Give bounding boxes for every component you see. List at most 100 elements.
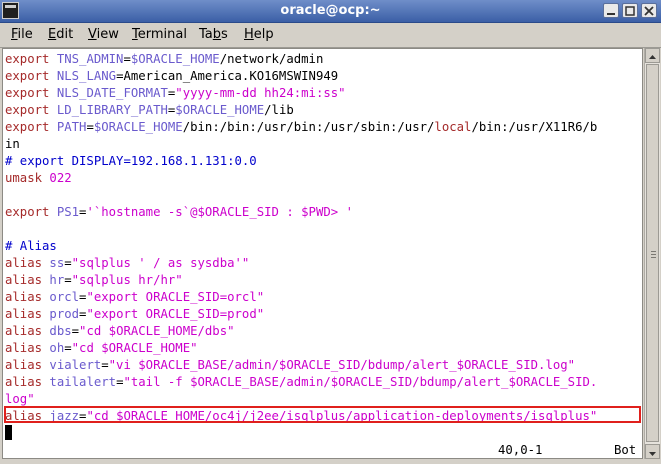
- code-token: alias: [5, 273, 50, 287]
- code-token: # export DISPLAY=192.168.1.131:0.0: [5, 154, 257, 168]
- terminal-output[interactable]: alias jazz="cd $ORACLE_HOME/oc4j/j2ee/is…: [2, 48, 643, 459]
- menu-tabs-mnemonic: b: [212, 27, 222, 42]
- code-token: "sqlplus ' / as sysdba'": [71, 256, 250, 270]
- menu-terminal[interactable]: Terminal: [132, 27, 187, 42]
- terminal-line: export PATH=$ORACLE_HOME/bin:/bin:/usr/b…: [5, 119, 597, 136]
- code-token: ss: [49, 256, 65, 270]
- scroll-position: Bot: [614, 443, 637, 457]
- code-token: alias: [5, 324, 50, 338]
- code-token: export: [5, 103, 57, 117]
- code-token: export: [5, 205, 57, 219]
- code-token: "cd $ORACLE_HOME": [71, 341, 198, 355]
- code-token: hr: [49, 273, 65, 287]
- code-token: $ORACLE_HOME: [175, 103, 265, 117]
- terminal-line: alias dbs="cd $ORACLE_HOME/dbs": [5, 323, 235, 340]
- menu-terminal-label: erminal: [137, 27, 187, 42]
- code-token: =: [71, 324, 80, 338]
- vertical-scrollbar[interactable]: [644, 48, 660, 459]
- code-token: =American_America.KO16MSWIN949: [116, 69, 339, 83]
- code-token: $ORACLE_HOME: [130, 52, 220, 66]
- text-cursor: [5, 425, 12, 440]
- code-token: NLS_LANG: [56, 69, 117, 83]
- terminal-line: export PS1='`hostname -s`@$ORACLE_SID : …: [5, 204, 353, 221]
- terminal-line: alias hr="sqlplus hr/hr": [5, 272, 183, 289]
- code-token: "export ORACLE_SID=orcl": [86, 290, 265, 304]
- arrow-up-icon: [649, 55, 656, 59]
- menu-bar: File Edit View Terminal Tabs Help: [0, 23, 661, 48]
- menu-tabs-label: s: [221, 27, 228, 42]
- code-token: 022: [49, 171, 72, 185]
- code-token: /lib: [264, 103, 294, 117]
- terminal-line: umask 022: [5, 170, 72, 187]
- code-token: log": [5, 392, 35, 406]
- code-token: "vi $ORACLE_BASE/admin/$ORACLE_SID/bdump…: [108, 358, 576, 372]
- code-token: TNS_ADMIN: [56, 52, 124, 66]
- menu-view-mnemonic: V: [88, 27, 97, 42]
- code-token: in: [5, 137, 20, 151]
- arrow-down-icon: [649, 452, 656, 456]
- minimize-icon: [607, 13, 615, 15]
- menu-file[interactable]: File: [11, 27, 33, 42]
- code-token: =: [123, 52, 131, 66]
- close-button[interactable]: [641, 3, 657, 18]
- code-token: "cd $ORACLE_HOME/dbs": [79, 324, 235, 338]
- thumb-grip: [651, 254, 656, 255]
- highlight-box: [4, 406, 641, 423]
- code-token: =: [64, 273, 72, 287]
- code-token: "export ORACLE_SID=prod": [86, 307, 265, 321]
- thumb-grip: [651, 257, 656, 258]
- scrollbar-thumb[interactable]: [646, 64, 659, 442]
- code-token: umask: [5, 171, 50, 185]
- maximize-icon: [625, 6, 635, 16]
- close-icon: [644, 6, 654, 16]
- menu-file-label: ile: [17, 27, 33, 42]
- code-token: /bin:/bin:/usr/bin:/usr/sbin:/usr/: [182, 120, 435, 134]
- code-token: alias: [5, 307, 50, 321]
- terminal-line: alias prod="export ORACLE_SID=prod": [5, 306, 264, 323]
- terminal-line: # export DISPLAY=192.168.1.131:0.0: [5, 153, 257, 170]
- code-token: prod: [49, 307, 80, 321]
- code-token: $ORACLE_HOME: [93, 120, 183, 134]
- code-token: "yyyy-mm-dd hh24:mi:ss": [175, 86, 346, 100]
- menu-tabs[interactable]: Tabs: [199, 27, 228, 42]
- code-token: dbs: [49, 324, 72, 338]
- maximize-button[interactable]: [622, 3, 638, 18]
- code-token: /bin:/usr/X11R6/b: [471, 120, 598, 134]
- code-token: export: [5, 52, 57, 66]
- menu-edit-mnemonic: E: [48, 27, 57, 42]
- code-token: =: [86, 120, 94, 134]
- code-token: orcl: [49, 290, 80, 304]
- code-token: local: [434, 120, 472, 134]
- code-token: "sqlplus hr/hr": [71, 273, 183, 287]
- code-token: alias: [5, 341, 50, 355]
- menu-edit[interactable]: Edit: [48, 27, 73, 42]
- menu-edit-label: dit: [56, 27, 74, 42]
- code-token: =: [64, 341, 72, 355]
- window-title: oracle@ocp:~: [280, 3, 381, 18]
- scroll-down-button[interactable]: [645, 444, 660, 459]
- terminal-line: in: [5, 136, 20, 153]
- code-token: '`hostname -s`@$ORACLE_SID : $PWD> ': [86, 205, 353, 219]
- title-bar[interactable]: oracle@ocp:~: [0, 0, 661, 23]
- menu-help[interactable]: Help: [244, 27, 274, 42]
- terminal-line: alias orcl="export ORACLE_SID=orcl": [5, 289, 264, 306]
- scroll-up-button[interactable]: [645, 48, 660, 63]
- code-token: PS1: [56, 205, 80, 219]
- minimize-button[interactable]: [603, 3, 619, 18]
- code-token: alias: [5, 290, 50, 304]
- cursor-position: 40,0-1: [498, 443, 543, 457]
- terminal-line: alias tailalert="tail -f $ORACLE_BASE/ad…: [5, 374, 597, 391]
- terminal-line: # Alias: [5, 238, 57, 255]
- menu-tabs-prefix: Ta: [199, 27, 213, 42]
- terminal-line: export LD_LIBRARY_PATH=$ORACLE_HOME/lib: [5, 102, 294, 119]
- code-token: vialert: [49, 358, 102, 372]
- code-token: oh: [49, 341, 65, 355]
- code-token: =: [64, 256, 72, 270]
- code-token: alias: [5, 256, 50, 270]
- terminal-line: alias ss="sqlplus ' / as sysdba'": [5, 255, 249, 272]
- code-token: export: [5, 69, 57, 83]
- thumb-grip: [651, 251, 656, 252]
- menu-view[interactable]: View: [88, 27, 119, 42]
- terminal-line: export NLS_LANG=American_America.KO16MSW…: [5, 68, 338, 85]
- menu-help-label: elp: [253, 27, 274, 42]
